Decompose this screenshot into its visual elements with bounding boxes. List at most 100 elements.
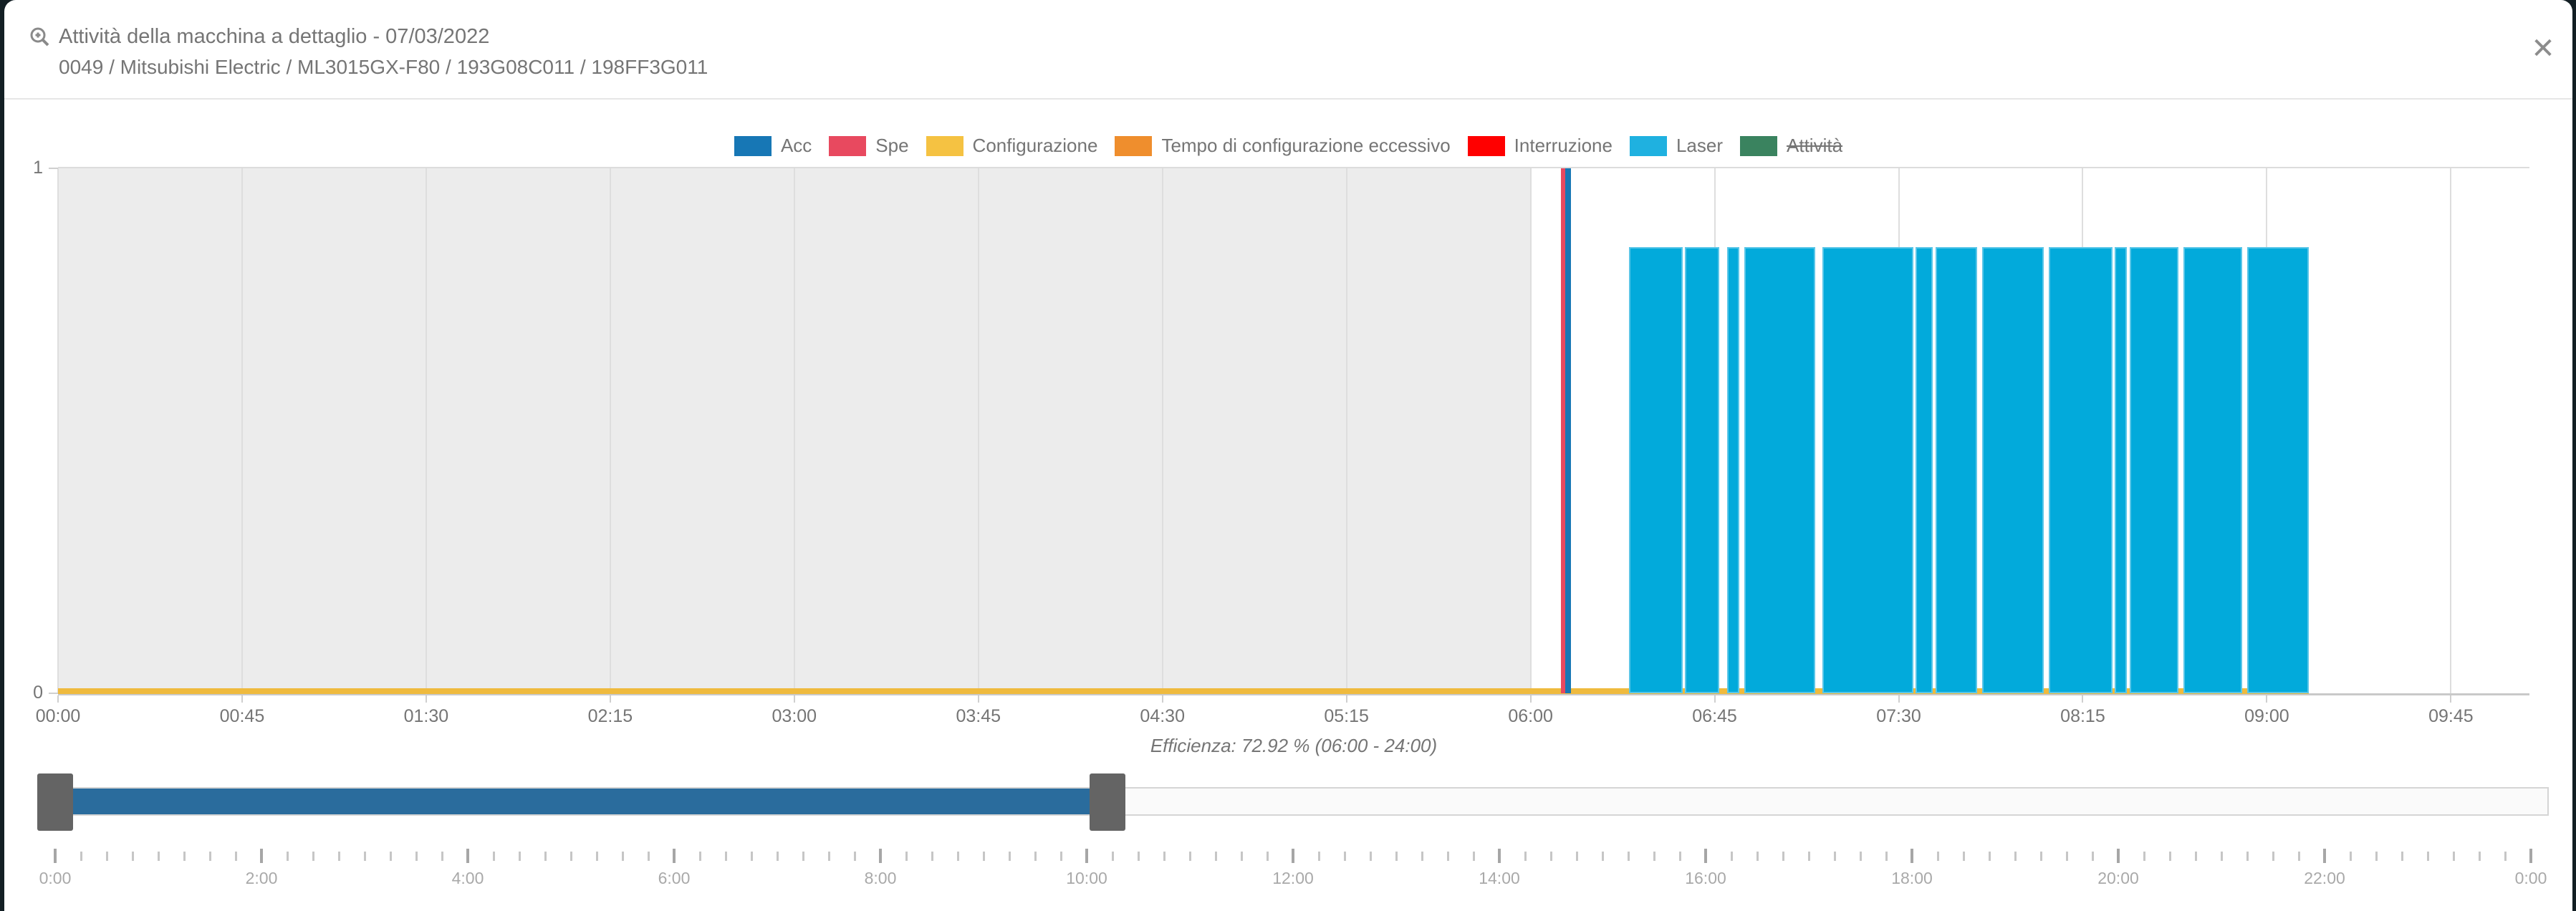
gridline xyxy=(1530,168,1532,693)
laser-bar[interactable] xyxy=(1727,247,1739,693)
ruler-tick xyxy=(1292,849,1294,863)
ruler-tick-label: 16:00 xyxy=(1659,869,1752,888)
ruler-tick xyxy=(673,849,676,863)
ruler-tick xyxy=(777,852,779,861)
ruler-tick xyxy=(1628,852,1630,861)
x-tick-label: 05:15 xyxy=(1297,706,1397,727)
ruler-tick xyxy=(1034,852,1037,861)
ruler-tick xyxy=(2066,852,2068,861)
ruler-tick xyxy=(1318,852,1320,861)
laser-bar[interactable] xyxy=(2247,247,2309,693)
ruler-tick xyxy=(2375,852,2378,861)
x-tick xyxy=(57,695,59,703)
laser-bar[interactable] xyxy=(2183,247,2242,693)
x-tick-label: 08:15 xyxy=(2032,706,2133,727)
x-tick-label: 07:30 xyxy=(1849,706,1949,727)
ruler-tick xyxy=(854,852,856,861)
gridline xyxy=(241,168,243,693)
x-tick-label: 09:45 xyxy=(2400,706,2501,727)
ruler-tick xyxy=(699,852,701,861)
x-tick xyxy=(2450,695,2451,703)
laser-bar[interactable] xyxy=(1629,247,1683,693)
ruler-tick xyxy=(2040,852,2042,861)
laser-bar[interactable] xyxy=(1822,247,1913,693)
y-tick-dash xyxy=(49,168,58,169)
slider-selected-range[interactable] xyxy=(55,789,1107,814)
ruler-tick xyxy=(1653,852,1655,861)
x-tick xyxy=(610,695,611,703)
ruler-tick xyxy=(2143,852,2145,861)
x-tick-label: 04:30 xyxy=(1112,706,1213,727)
ruler-tick xyxy=(2479,852,2481,861)
ruler-tick xyxy=(312,852,314,861)
ruler-tick xyxy=(957,852,959,861)
ruler-tick xyxy=(1241,852,1243,861)
slider-handle-right[interactable] xyxy=(1090,773,1125,831)
ruler-tick xyxy=(1473,852,1475,861)
ruler-tick xyxy=(2169,852,2171,861)
x-tick xyxy=(241,695,243,703)
x-tick-label: 01:30 xyxy=(376,706,476,727)
x-tick xyxy=(2082,695,2083,703)
ruler-tick xyxy=(2298,852,2300,861)
x-tick xyxy=(426,695,427,703)
ruler-tick xyxy=(183,852,186,861)
gridline xyxy=(57,168,59,693)
ruler-tick-label: 0:00 xyxy=(9,869,102,888)
laser-bar[interactable] xyxy=(1982,247,2044,693)
ruler-tick xyxy=(2195,852,2197,861)
ruler-tick xyxy=(158,852,160,861)
ruler-tick xyxy=(1989,852,1991,861)
x-tick xyxy=(794,695,795,703)
ruler-tick xyxy=(466,849,469,863)
ruler-tick xyxy=(905,852,908,861)
laser-bar[interactable] xyxy=(2130,247,2179,693)
ruler-tick xyxy=(1756,852,1759,861)
ruler-tick xyxy=(493,852,495,861)
ruler-tick-label: 2:00 xyxy=(215,869,308,888)
ruler-tick-label: 6:00 xyxy=(628,869,721,888)
slider-handle-left[interactable] xyxy=(37,773,73,831)
ruler-tick xyxy=(2221,852,2223,861)
ruler-tick xyxy=(1112,852,1114,861)
laser-bar[interactable] xyxy=(1916,247,1933,693)
laser-bar[interactable] xyxy=(1685,247,1719,693)
ruler-tick xyxy=(879,849,882,863)
ruler-tick xyxy=(1834,852,1836,861)
ruler-tick xyxy=(2401,852,2403,861)
ruler-tick-label: 22:00 xyxy=(2278,869,2371,888)
laser-bar[interactable] xyxy=(2115,247,2127,693)
ruler-tick xyxy=(132,852,134,861)
x-tick xyxy=(1898,695,1900,703)
ruler-tick xyxy=(2529,849,2532,863)
ruler-tick xyxy=(1602,852,1604,861)
ruler-tick xyxy=(338,852,340,861)
ruler-tick-label: 4:00 xyxy=(421,869,514,888)
ruler-tick xyxy=(1138,852,1140,861)
ruler-tick xyxy=(1447,852,1449,861)
activity-timeline-chart: 00:0000:4501:3002:1503:0003:4504:3005:15… xyxy=(4,0,2576,911)
ruler-tick-label: 0:00 xyxy=(2484,869,2576,888)
x-tick xyxy=(1714,695,1716,703)
ruler-tick xyxy=(1576,852,1578,861)
laser-bar[interactable] xyxy=(1744,247,1815,693)
ruler-tick xyxy=(106,852,108,861)
ruler-tick xyxy=(931,852,933,861)
ruler-tick xyxy=(235,852,237,861)
ruler-tick xyxy=(1215,852,1217,861)
ruler-tick xyxy=(54,849,57,863)
ruler-tick-label: 18:00 xyxy=(1865,869,1959,888)
ruler-tick xyxy=(596,852,598,861)
laser-bar[interactable] xyxy=(2049,247,2113,693)
app-background: { "header": { "title": "Attività della m… xyxy=(0,0,2576,911)
x-tick-label: 06:00 xyxy=(1481,706,1581,727)
x-tick xyxy=(2266,695,2267,703)
ruler-tick xyxy=(441,852,443,861)
ruler-tick xyxy=(260,849,263,863)
ruler-tick xyxy=(364,852,366,861)
laser-bar[interactable] xyxy=(1936,247,1977,693)
ruler-tick xyxy=(1911,849,1913,863)
ruler-tick xyxy=(1344,852,1346,861)
ruler-tick xyxy=(570,852,572,861)
acc-event-line[interactable] xyxy=(1565,168,1572,693)
